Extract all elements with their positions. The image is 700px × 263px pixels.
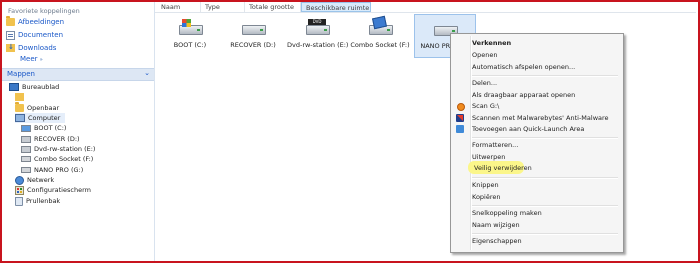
menu-item-uitwerpen[interactable]: Uitwerpen [472, 152, 505, 162]
tree-item-label: NANO PRO (G:) [34, 166, 84, 174]
favorite-label: Documenten [18, 31, 64, 39]
user-folder-icon [15, 93, 24, 101]
column-totale-grootte[interactable]: Totale grootte [245, 2, 301, 12]
card-reader-icon [369, 15, 393, 35]
double-chevron-icon: » [39, 57, 43, 63]
drive-combo-socket-f[interactable]: Combo Socket (F:) [350, 14, 410, 56]
drive-label: Dvd-rw-station (E:) [287, 41, 349, 49]
favorite-label: Downloads [18, 44, 57, 52]
usb-drive-icon [21, 167, 31, 173]
tree-item-bureaublad[interactable]: Bureaublad [9, 82, 59, 92]
favorite-afbeeldingen[interactable]: Afbeeldingen [6, 16, 65, 27]
menu-separator [472, 75, 618, 77]
menu-item-automatisch-afspelen[interactable]: Automatisch afspelen openen... [472, 62, 575, 72]
tree-item-label: Bureaublad [22, 83, 60, 91]
tree-item-label: BOOT (C:) [34, 124, 67, 132]
boot-drive-icon [21, 124, 31, 132]
menu-item-formatteren[interactable]: Formatteren... [472, 140, 518, 150]
tree-item-computer[interactable]: Computer [15, 113, 65, 123]
folders-label: Mappen [7, 70, 35, 78]
malwarebytes-icon [456, 114, 464, 122]
dvd-drive-icon: DVD [306, 19, 330, 35]
network-icon [15, 175, 24, 185]
tree-item-label: Combo Socket (F:) [34, 155, 94, 163]
menu-item-knippen[interactable]: Knippen [472, 180, 499, 190]
drive-label: RECOVER (D:) [230, 41, 276, 49]
tree-item-combo-socket-f[interactable]: Combo Socket (F:) [21, 154, 93, 164]
tree-item-dvd-e[interactable]: Dvd-rw-station (E:) [21, 144, 95, 154]
tree-item-label: Dvd-rw-station (E:) [34, 145, 96, 153]
favorite-documenten[interactable]: Documenten [6, 30, 63, 40]
tree-item-label: Netwerk [27, 176, 55, 184]
menu-item-kopieren[interactable]: Kopiëren [472, 192, 501, 202]
folders-header-bar[interactable]: Mappen ⌄ [2, 68, 154, 81]
tree-item-label: Prullenbak [26, 197, 61, 205]
recycle-bin-icon [15, 196, 23, 206]
menu-item-verkennen[interactable]: Verkennen [472, 38, 511, 48]
menu-separator [472, 233, 618, 235]
pictures-folder-icon [6, 16, 15, 26]
quick-launch-icon [456, 125, 464, 133]
menu-item-delen[interactable]: Delen... [472, 78, 497, 88]
documents-folder-icon [6, 30, 15, 40]
tree-item-nano-pro-g[interactable]: NANO PRO (G:) [21, 165, 83, 175]
column-type[interactable]: Type [201, 2, 245, 12]
menu-item-eigenschappen[interactable]: Eigenschappen [472, 236, 522, 246]
tree-item-user[interactable] [15, 92, 27, 102]
column-beschikbare-ruimte[interactable]: Beschikbare ruimte [301, 2, 371, 12]
favorite-downloads[interactable]: Downloads [6, 42, 57, 53]
drive-label: BOOT (C:) [173, 41, 207, 49]
favorite-label: Afbeeldingen [18, 18, 65, 26]
menu-separator [472, 205, 618, 207]
control-panel-icon [15, 185, 24, 195]
tree-item-label: RECOVER (D:) [34, 135, 80, 143]
more-label: Meer [20, 55, 38, 63]
hard-drive-icon [242, 19, 266, 35]
menu-item-draagbaar-apparaat[interactable]: Als draagbaar apparaat openen [472, 90, 575, 100]
drive-dvd-e[interactable]: DVD Dvd-rw-station (E:) [287, 14, 349, 56]
favorites-header: Favoriete koppelingen [8, 7, 80, 15]
drive-label: Combo Socket (F:) [350, 41, 410, 49]
recover-drive-icon [21, 135, 31, 143]
tree-item-prullenbak[interactable]: Prullenbak [15, 196, 60, 206]
dvd-drive-icon [21, 145, 31, 153]
drive-boot-c[interactable]: BOOT (C:) [160, 14, 220, 56]
tree-item-label: Computer [28, 114, 61, 122]
drive-recover-d[interactable]: RECOVER (D:) [223, 14, 283, 56]
tree-item-label: Openbaar [27, 104, 60, 112]
desktop-icon [9, 83, 19, 91]
column-naam[interactable]: Naam [157, 2, 201, 12]
hard-drive-icon [179, 19, 203, 35]
menu-item-quick-launch[interactable]: Toevoegen aan Quick-Launch Area [472, 124, 584, 134]
tree-item-recover-d[interactable]: RECOVER (D:) [21, 134, 80, 144]
scan-icon [457, 103, 465, 111]
tree-item-boot-c[interactable]: BOOT (C:) [21, 123, 66, 133]
tree-item-label: Configuratiescherm [27, 186, 91, 194]
tree-item-netwerk[interactable]: Netwerk [15, 175, 54, 185]
menu-item-veilig-verwijderen[interactable]: Veilig verwijderen [474, 163, 532, 173]
menu-separator [472, 177, 618, 179]
menu-item-naam-wijzigen[interactable]: Naam wijzigen [472, 220, 520, 230]
computer-icon [15, 114, 25, 122]
menu-item-openen[interactable]: Openen [472, 50, 497, 60]
menu-item-snelkoppeling-maken[interactable]: Snelkoppeling maken [472, 208, 542, 218]
card-reader-icon [21, 156, 31, 162]
tree-item-configuratiescherm[interactable]: Configuratiescherm [15, 185, 91, 195]
menu-separator [472, 137, 618, 139]
more-link[interactable]: Meer » [20, 55, 43, 63]
public-folder-icon [15, 102, 24, 112]
menu-item-scan[interactable]: Scan G:\ [472, 101, 499, 111]
tree-item-openbaar[interactable]: Openbaar [15, 102, 60, 113]
navigation-pane: Favoriete koppelingen Afbeeldingen Docum… [2, 2, 155, 261]
column-header-bar: Naam Type Totale grootte Beschikbare rui… [155, 2, 696, 13]
chevron-down-icon: ⌄ [144, 69, 150, 77]
menu-item-malwarebytes[interactable]: Scannen met Malwarebytes' Anti-Malware [472, 113, 609, 123]
downloads-folder-icon [6, 42, 15, 52]
